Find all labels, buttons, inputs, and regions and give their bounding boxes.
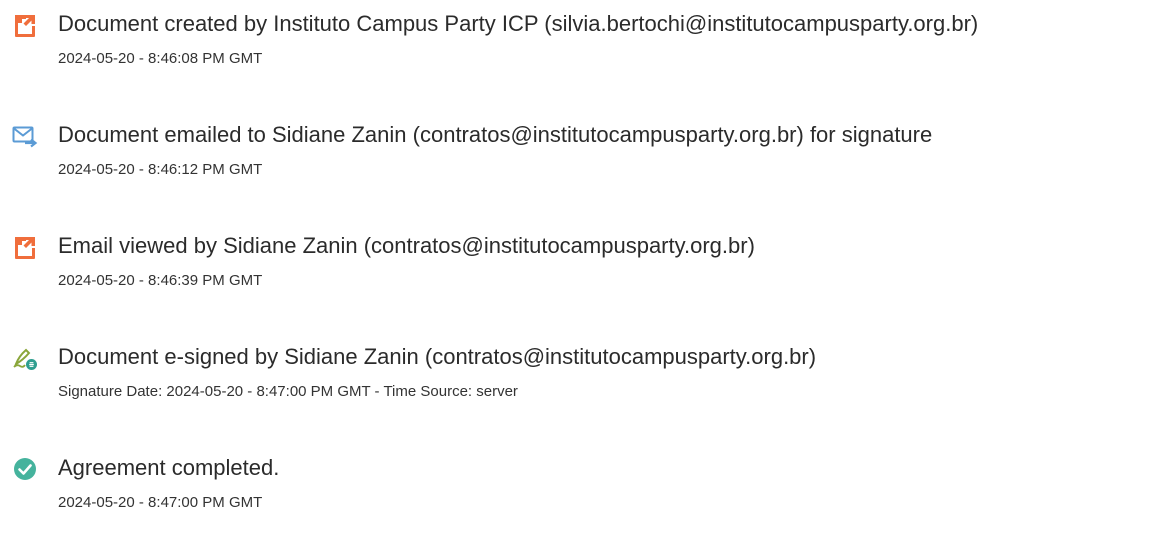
email-sent-icon xyxy=(12,123,38,149)
event-title: Agreement completed. xyxy=(58,455,280,480)
timeline-event: Agreement completed. 2024-05-20 - 8:47:0… xyxy=(0,444,1176,514)
event-timestamp: 2024-05-20 - 8:46:08 PM GMT xyxy=(58,50,263,67)
event-title: Email viewed by Sidiane Zanin (contratos… xyxy=(58,233,755,258)
event-timestamp: 2024-05-20 - 8:47:00 PM GMT xyxy=(58,494,263,511)
timeline-event: Email viewed by Sidiane Zanin (contratos… xyxy=(0,222,1176,292)
check-circle-icon xyxy=(12,456,38,482)
document-viewed-icon xyxy=(12,234,38,260)
esign-pen-icon xyxy=(12,345,38,371)
event-title: Document created by Instituto Campus Par… xyxy=(58,11,979,36)
event-title: Document e-signed by Sidiane Zanin (cont… xyxy=(58,344,817,369)
timeline-event: Document created by Instituto Campus Par… xyxy=(0,0,1176,70)
event-timestamp: 2024-05-20 - 8:46:39 PM GMT xyxy=(58,272,263,289)
timeline-event: Document e-signed by Sidiane Zanin (cont… xyxy=(0,333,1176,403)
timeline-event: Document emailed to Sidiane Zanin (contr… xyxy=(0,111,1176,181)
document-created-icon xyxy=(12,12,38,38)
event-signature-date: Signature Date: 2024-05-20 - 8:47:00 PM … xyxy=(58,383,518,400)
audit-history-timeline: Document created by Instituto Campus Par… xyxy=(0,0,1176,535)
event-timestamp: 2024-05-20 - 8:46:12 PM GMT xyxy=(58,161,263,178)
event-title: Document emailed to Sidiane Zanin (contr… xyxy=(58,122,933,147)
